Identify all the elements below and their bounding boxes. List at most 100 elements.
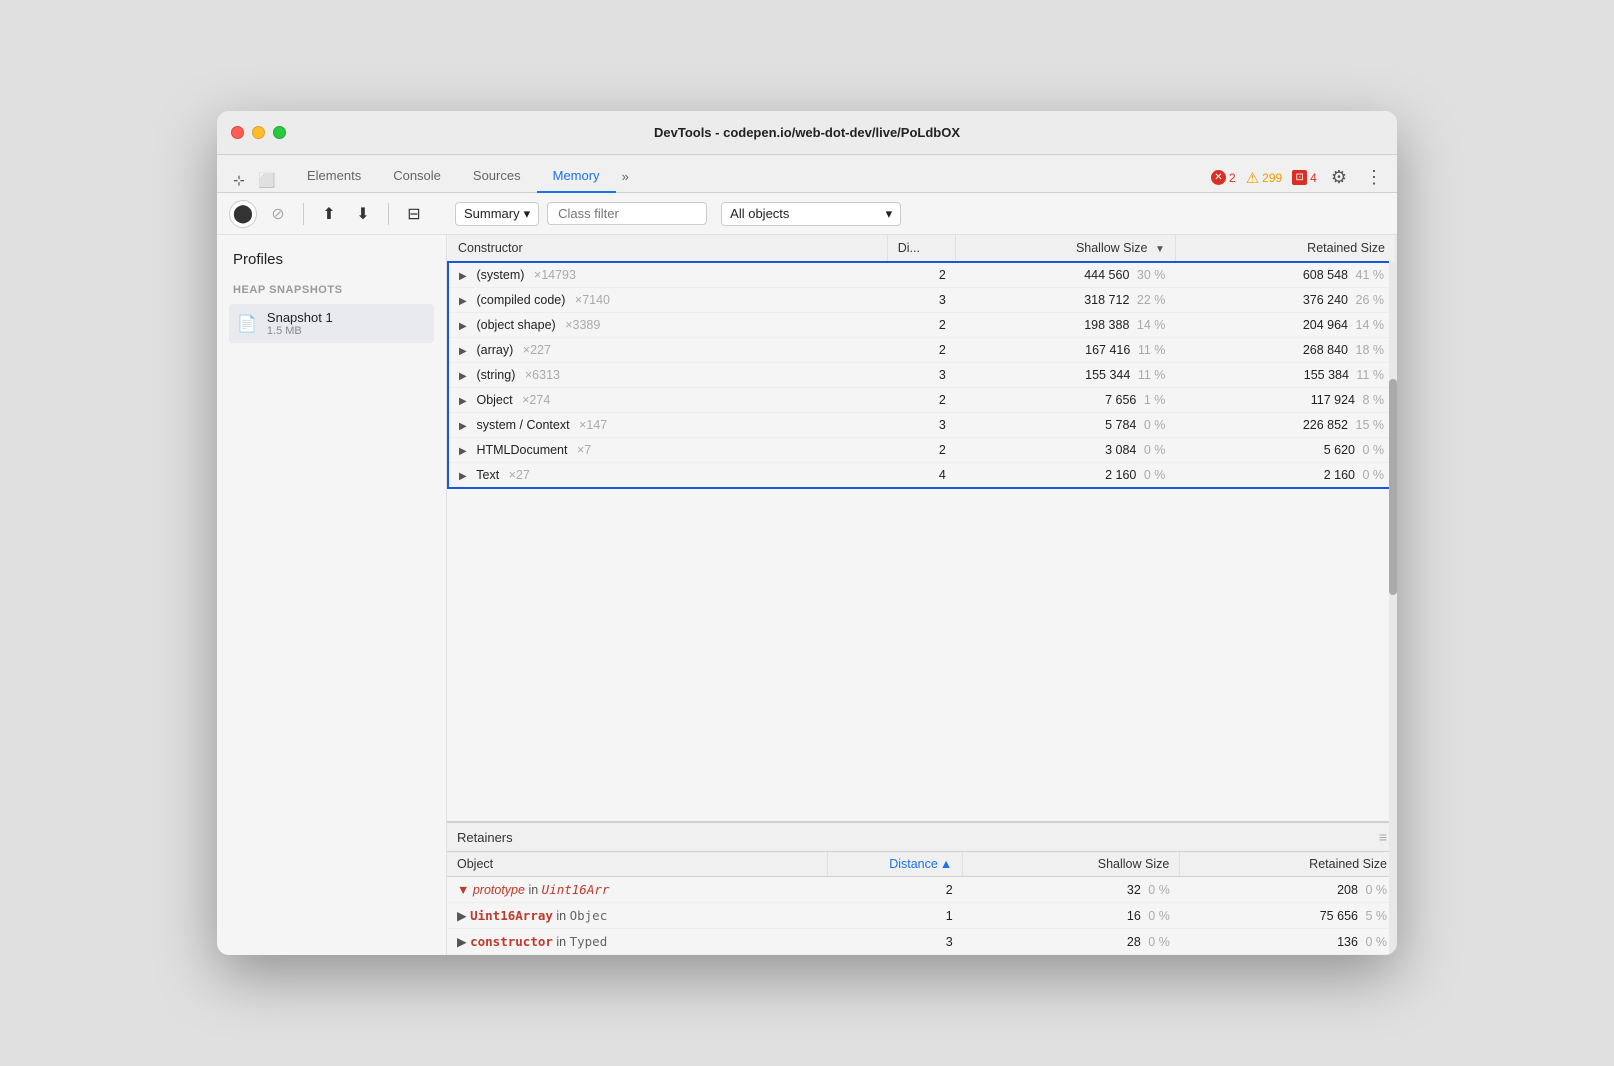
record-button[interactable]: ⬤ bbox=[229, 200, 257, 228]
retainer-col-retained: Retained Size bbox=[1180, 852, 1397, 877]
shallow-size-cell: 7 656 1 % bbox=[956, 388, 1176, 413]
device-icon[interactable]: ⬜ bbox=[255, 168, 279, 192]
constructor-name: (system) bbox=[476, 268, 524, 282]
constructor-count: ×14793 bbox=[534, 268, 576, 282]
class-filter-input[interactable] bbox=[547, 202, 707, 225]
cursor-icon[interactable]: ⊹ bbox=[227, 168, 251, 192]
heap-table-row[interactable]: ▶ HTMLDocument ×7 2 3 084 0 % 5 620 0 % bbox=[448, 438, 1395, 463]
col-header-di: Di... bbox=[887, 235, 956, 262]
traffic-lights bbox=[231, 126, 286, 139]
error-badge[interactable]: ✕ 2 bbox=[1211, 170, 1236, 185]
retainers-table: Object Distance▲ Shallow Size Retained S… bbox=[447, 852, 1397, 955]
heap-table-row[interactable]: ▶ (compiled code) ×7140 3 318 712 22 % 3… bbox=[448, 288, 1395, 313]
heap-table-row[interactable]: ▶ (array) ×227 2 167 416 11 % 268 840 18… bbox=[448, 338, 1395, 363]
shallow-size-cell: 167 416 11 % bbox=[956, 338, 1176, 363]
constructor-name: (object shape) bbox=[476, 318, 555, 332]
toolbar-divider-1 bbox=[303, 203, 304, 225]
summary-dropdown-arrow: ▾ bbox=[524, 206, 531, 222]
retained-size-cell: 5 620 0 % bbox=[1175, 438, 1395, 463]
summary-dropdown[interactable]: Summary ▾ bbox=[455, 202, 539, 226]
upload-button[interactable]: ⬆ bbox=[316, 201, 342, 227]
retainer-object-cell: ▼ prototype in Uint16Arr bbox=[447, 877, 827, 903]
expand-arrow[interactable]: ▶ bbox=[459, 321, 473, 332]
retainer-col-shallow: Shallow Size bbox=[963, 852, 1180, 877]
retainers-scrollbar-indicator: ≡ bbox=[1379, 829, 1387, 845]
settings-icon[interactable]: ⚙ bbox=[1327, 163, 1351, 192]
data-panel: Constructor Di... Shallow Size ▼ Retaine… bbox=[447, 235, 1397, 955]
retainer-name: ▼ prototype bbox=[457, 883, 525, 897]
maximize-button[interactable] bbox=[273, 126, 286, 139]
retainer-name: Uint16Array bbox=[470, 908, 553, 923]
tab-elements[interactable]: Elements bbox=[291, 160, 377, 193]
tab-console[interactable]: Console bbox=[377, 160, 457, 193]
heap-table-row[interactable]: ▶ Object ×274 2 7 656 1 % 117 924 8 % bbox=[448, 388, 1395, 413]
retainer-table-row[interactable]: ▼ prototype in Uint16Arr 2 32 0 % 208 0 … bbox=[447, 877, 1397, 903]
distance-cell: 3 bbox=[887, 363, 956, 388]
tab-bar: ⊹ ⬜ Elements Console Sources Memory » ✕ … bbox=[217, 155, 1397, 193]
close-button[interactable] bbox=[231, 126, 244, 139]
heap-table-row[interactable]: ▶ (string) ×6313 3 155 344 11 % 155 384 … bbox=[448, 363, 1395, 388]
main-content: Profiles HEAP SNAPSHOTS 📄 Snapshot 1 1.5… bbox=[217, 235, 1397, 955]
expand-arrow[interactable]: ▶ bbox=[459, 396, 473, 407]
heap-table-container: Constructor Di... Shallow Size ▼ Retaine… bbox=[447, 235, 1397, 821]
constructor-count: ×7140 bbox=[575, 293, 610, 307]
heap-table-row[interactable]: ▶ (object shape) ×3389 2 198 388 14 % 20… bbox=[448, 313, 1395, 338]
snapshot-icon: 📄 bbox=[237, 314, 257, 334]
retainer-shallow-cell: 16 0 % bbox=[963, 903, 1180, 929]
expand-arrow[interactable]: ▶ bbox=[459, 271, 473, 282]
retainers-title: Retainers bbox=[457, 830, 513, 845]
more-options-icon[interactable]: ⋮ bbox=[1361, 163, 1387, 192]
stop-button[interactable]: ⊘ bbox=[265, 201, 291, 227]
toolbar-divider-2 bbox=[388, 203, 389, 225]
retainer-col-distance[interactable]: Distance▲ bbox=[827, 852, 963, 877]
minimize-button[interactable] bbox=[252, 126, 265, 139]
memory-toolbar: ⬤ ⊘ ⬆ ⬇ ⊟ Summary ▾ All objects ▾ bbox=[217, 193, 1397, 235]
snapshot-item[interactable]: 📄 Snapshot 1 1.5 MB bbox=[229, 304, 434, 343]
retainer-table-row[interactable]: ▶ constructor in Typed 3 28 0 % 136 0 % bbox=[447, 929, 1397, 955]
retainer-link: Typed bbox=[570, 934, 608, 949]
download-button[interactable]: ⬇ bbox=[350, 201, 376, 227]
shallow-size-cell: 5 784 0 % bbox=[956, 413, 1176, 438]
issues-icon: ⊡ bbox=[1292, 170, 1307, 185]
constructor-count: ×27 bbox=[509, 468, 530, 482]
distance-cell: 2 bbox=[887, 313, 956, 338]
expand-arrow[interactable]: ▶ bbox=[457, 935, 467, 949]
tab-memory[interactable]: Memory bbox=[537, 160, 616, 193]
retainer-distance-cell: 1 bbox=[827, 903, 963, 929]
retainer-object-cell: ▶ Uint16Array in Objec bbox=[447, 903, 827, 929]
expand-arrow[interactable]: ▶ bbox=[459, 471, 473, 482]
tab-sources[interactable]: Sources bbox=[457, 160, 537, 193]
shallow-size-cell: 198 388 14 % bbox=[956, 313, 1176, 338]
retainer-col-object: Object bbox=[447, 852, 827, 877]
retainer-object-cell: ▶ constructor in Typed bbox=[447, 929, 827, 955]
expand-arrow[interactable]: ▶ bbox=[459, 421, 473, 432]
constructor-count: ×147 bbox=[579, 418, 607, 432]
heap-table-row[interactable]: ▶ system / Context ×147 3 5 784 0 % 226 … bbox=[448, 413, 1395, 438]
retainer-retained-cell: 75 656 5 % bbox=[1180, 903, 1397, 929]
heap-table-row[interactable]: ▶ Text ×27 4 2 160 0 % 2 160 0 % bbox=[448, 463, 1395, 489]
retainers-header: Retainers ≡ bbox=[447, 823, 1397, 852]
clear-button[interactable]: ⊟ bbox=[401, 201, 427, 227]
window-title: DevTools - codepen.io/web-dot-dev/live/P… bbox=[654, 125, 960, 140]
tab-more[interactable]: » bbox=[616, 161, 635, 192]
col-header-shallow[interactable]: Shallow Size ▼ bbox=[956, 235, 1176, 262]
constructor-count: ×227 bbox=[523, 343, 551, 357]
shallow-size-cell: 444 560 30 % bbox=[956, 262, 1176, 288]
sidebar: Profiles HEAP SNAPSHOTS 📄 Snapshot 1 1.5… bbox=[217, 235, 447, 955]
expand-arrow[interactable]: ▶ bbox=[459, 446, 473, 457]
scrollbar-thumb[interactable] bbox=[1389, 379, 1397, 595]
warning-badge[interactable]: ⚠ 299 bbox=[1246, 169, 1282, 187]
expand-arrow[interactable]: ▶ bbox=[459, 371, 473, 382]
issues-badge[interactable]: ⊡ 4 bbox=[1292, 170, 1317, 185]
scrollbar-track[interactable] bbox=[1389, 235, 1397, 955]
expand-arrow[interactable]: ▶ bbox=[459, 296, 473, 307]
heap-table-row[interactable]: ▶ (system) ×14793 2 444 560 30 % 608 548… bbox=[448, 262, 1395, 288]
all-objects-dropdown[interactable]: All objects ▾ bbox=[721, 202, 901, 226]
title-bar: DevTools - codepen.io/web-dot-dev/live/P… bbox=[217, 111, 1397, 155]
constructor-name: HTMLDocument bbox=[476, 443, 567, 457]
retainer-distance-cell: 3 bbox=[827, 929, 963, 955]
constructor-count: ×3389 bbox=[565, 318, 600, 332]
expand-arrow[interactable]: ▶ bbox=[459, 346, 473, 357]
expand-arrow[interactable]: ▶ bbox=[457, 909, 467, 923]
retainer-table-row[interactable]: ▶ Uint16Array in Objec 1 16 0 % 75 656 5… bbox=[447, 903, 1397, 929]
